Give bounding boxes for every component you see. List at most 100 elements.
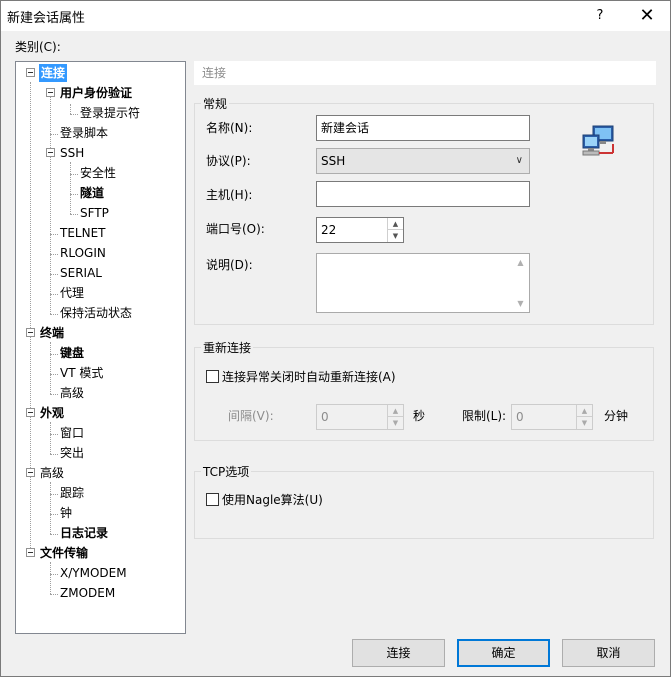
- description-scrollbar[interactable]: ▲ ▼: [512, 254, 529, 312]
- tree-line: [70, 162, 71, 214]
- limit-value: 0: [516, 410, 524, 424]
- tree-line: [70, 174, 78, 175]
- page-breadcrumb: 连接: [194, 61, 656, 85]
- tree-item-sftp[interactable]: SFTP: [80, 204, 109, 222]
- close-button[interactable]: ✕: [627, 1, 667, 31]
- tree-item-trace[interactable]: 跟踪: [60, 484, 84, 502]
- tree-item-connection[interactable]: 连接: [39, 64, 68, 82]
- tree-line: [50, 254, 58, 255]
- tree-item-terminal-advanced[interactable]: 高级: [60, 384, 84, 402]
- collapse-toggle-icon[interactable]: [46, 148, 55, 157]
- protocol-select-value: SSH: [321, 154, 346, 168]
- interval-value: 0: [321, 410, 329, 424]
- collapse-toggle-icon[interactable]: [46, 88, 55, 97]
- tree-item-tunneling[interactable]: 隧道: [80, 184, 104, 202]
- spin-down-icon[interactable]: ▼: [388, 230, 403, 242]
- protocol-label: 协议(P):: [206, 154, 251, 168]
- tree-line: [50, 454, 58, 455]
- collapse-toggle-icon[interactable]: [26, 468, 35, 477]
- tree-line: [50, 314, 58, 315]
- limit-spinbox[interactable]: 0 ▲ ▼: [511, 404, 593, 430]
- tree-line: [50, 354, 58, 355]
- name-input[interactable]: 新建会话: [316, 115, 530, 141]
- tree-line: [50, 394, 58, 395]
- tree-item-window[interactable]: 窗口: [60, 424, 84, 442]
- collapse-toggle-icon[interactable]: [26, 68, 35, 77]
- tree-item-proxy[interactable]: 代理: [60, 284, 84, 302]
- tree-line: [50, 294, 58, 295]
- tree-line: [50, 482, 51, 534]
- nagle-label[interactable]: 使用Nagle算法(U): [222, 491, 323, 508]
- tree-line: [50, 494, 58, 495]
- cancel-button[interactable]: 取消: [562, 639, 655, 667]
- port-spinbox[interactable]: 22 ▲ ▼: [316, 217, 404, 243]
- tree-item-xymodem[interactable]: X/YMODEM: [60, 564, 127, 582]
- tree-item-ssh[interactable]: SSH: [60, 144, 84, 162]
- interval-label: 间隔(V):: [228, 409, 274, 423]
- collapse-toggle-icon[interactable]: [26, 408, 35, 417]
- tree-line: [70, 114, 78, 115]
- tree-line: [70, 104, 71, 114]
- limit-unit: 分钟: [604, 409, 629, 423]
- tree-line: [50, 274, 58, 275]
- tree-item-file-transfer[interactable]: 文件传输: [40, 544, 88, 562]
- ok-button[interactable]: 确定: [457, 639, 550, 667]
- interval-spinner-buttons: ▲ ▼: [387, 405, 403, 429]
- tree-line: [70, 194, 78, 195]
- tree-item-keyboard[interactable]: 键盘: [60, 344, 84, 362]
- tree-item-appearance[interactable]: 外观: [40, 404, 64, 422]
- chevron-down-icon: ∨: [515, 155, 523, 166]
- help-button[interactable]: ?: [583, 1, 617, 31]
- spin-up-icon[interactable]: ▲: [388, 405, 403, 417]
- tree-item-login-prompts[interactable]: 登录提示符: [80, 104, 140, 122]
- interval-unit: 秒: [413, 409, 426, 423]
- protocol-select[interactable]: SSH ∨: [316, 148, 530, 174]
- tree-item-serial[interactable]: SERIAL: [60, 264, 102, 282]
- tree-line: [50, 422, 51, 454]
- tree-item-vt-mode[interactable]: VT 模式: [60, 364, 103, 382]
- title-bar: 新建会话属性 ? ✕: [1, 1, 670, 31]
- auto-reconnect-checkbox[interactable]: [206, 370, 219, 383]
- tree-item-highlight[interactable]: 突出: [60, 444, 84, 462]
- tree-item-login-script[interactable]: 登录脚本: [60, 124, 108, 142]
- tree-item-security[interactable]: 安全性: [80, 164, 116, 182]
- category-tree[interactable]: 连接 用户身份验证 登录提示符 登录脚本 SSH 安全性 隧道 SFTP TEL…: [15, 61, 186, 634]
- scroll-down-icon[interactable]: ▼: [512, 299, 529, 308]
- spin-up-icon[interactable]: ▲: [388, 218, 403, 230]
- spin-down-icon[interactable]: ▼: [388, 417, 403, 429]
- host-input[interactable]: [316, 181, 530, 207]
- session-properties-dialog: 新建会话属性 ? ✕ 类别(C): 连接 用户身份验证 登录提示符 登录脚本 S…: [0, 0, 671, 677]
- interval-spinbox[interactable]: 0 ▲ ▼: [316, 404, 404, 430]
- name-label: 名称(N):: [206, 121, 253, 135]
- tcp-options-group-title: TCP选项: [201, 463, 252, 480]
- port-value: 22: [321, 223, 337, 237]
- auto-reconnect-label[interactable]: 连接异常关闭时自动重新连接(A): [222, 368, 396, 385]
- tree-item-rlogin[interactable]: RLOGIN: [60, 244, 106, 262]
- description-label: 说明(D):: [206, 258, 253, 272]
- tree-line: [50, 434, 58, 435]
- connect-button[interactable]: 连接: [352, 639, 445, 667]
- tree-item-keep-alive[interactable]: 保持活动状态: [60, 304, 132, 322]
- tree-item-user-auth[interactable]: 用户身份验证: [60, 84, 132, 102]
- description-textarea[interactable]: ▲ ▼: [316, 253, 530, 313]
- limit-spinner-buttons: ▲ ▼: [576, 405, 592, 429]
- tree-line: [50, 594, 58, 595]
- tree-line: [50, 562, 51, 594]
- tree-item-bell[interactable]: 钟: [60, 504, 72, 522]
- nagle-checkbox[interactable]: [206, 493, 219, 506]
- limit-label: 限制(L):: [462, 409, 507, 423]
- host-label: 主机(H):: [206, 188, 253, 202]
- tree-line: [50, 374, 58, 375]
- tree-line: [30, 82, 31, 552]
- spin-down-icon[interactable]: ▼: [577, 417, 592, 429]
- tree-item-advanced[interactable]: 高级: [40, 464, 64, 482]
- collapse-toggle-icon[interactable]: [26, 548, 35, 557]
- tree-item-zmodem[interactable]: ZMODEM: [60, 584, 115, 602]
- spin-up-icon[interactable]: ▲: [577, 405, 592, 417]
- tree-item-telnet[interactable]: TELNET: [60, 224, 106, 242]
- tree-line: [50, 342, 51, 394]
- collapse-toggle-icon[interactable]: [26, 328, 35, 337]
- tree-item-logging[interactable]: 日志记录: [60, 524, 108, 542]
- scroll-up-icon[interactable]: ▲: [512, 258, 529, 267]
- tree-item-terminal[interactable]: 终端: [40, 324, 64, 342]
